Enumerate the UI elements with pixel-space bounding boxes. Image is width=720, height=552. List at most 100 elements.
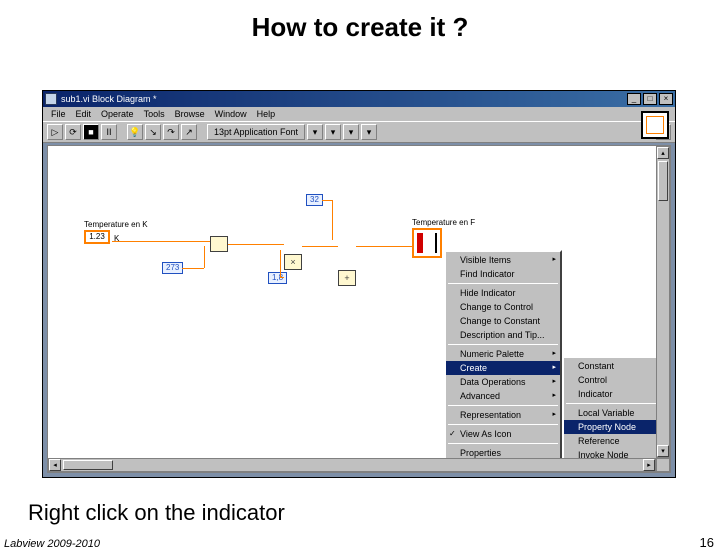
menu-item[interactable]: View As Icon✓ [446, 427, 560, 441]
scroll-thumb[interactable] [658, 161, 668, 201]
menu-item[interactable]: Change to Constant [446, 314, 560, 328]
menu-separator [448, 344, 558, 345]
scroll-corner [656, 458, 670, 472]
submenu-arrow-icon: ▸ [552, 362, 556, 374]
menu-item[interactable]: Constant [564, 359, 664, 373]
constant-273[interactable]: 273 [162, 262, 183, 274]
block-diagram-canvas[interactable]: Temperature en K 1.23 K 273 32 1,8 × + T… [47, 145, 671, 473]
slide-title: How to create it ? [0, 12, 720, 43]
multiply-node[interactable]: × [284, 254, 302, 270]
close-button[interactable]: × [659, 93, 673, 105]
horizontal-scrollbar[interactable]: ◂ ▸ [48, 458, 656, 472]
distribute-button[interactable]: ▾ [325, 124, 341, 140]
toolbar: ▷ ⟳ ■ II 💡 ↘ ↷ ↗ 13pt Application Font ▾… [43, 121, 675, 143]
menu-separator [448, 443, 558, 444]
scroll-right-button[interactable]: ▸ [643, 459, 655, 471]
wire [112, 241, 210, 242]
menu-item[interactable]: Representation▸ [446, 408, 560, 422]
step-over-button[interactable]: ↷ [163, 124, 179, 140]
step-out-button[interactable]: ↗ [181, 124, 197, 140]
wire [204, 246, 205, 268]
scroll-up-button[interactable]: ▴ [657, 147, 669, 159]
menu-tools[interactable]: Tools [140, 108, 169, 120]
wire [302, 246, 338, 247]
scroll-left-button[interactable]: ◂ [49, 459, 61, 471]
scroll-down-button[interactable]: ▾ [657, 445, 669, 457]
menu-item[interactable]: Change to Control [446, 300, 560, 314]
resize-button[interactable]: ▾ [343, 124, 359, 140]
subtract-node[interactable] [210, 236, 228, 252]
vertical-scrollbar[interactable]: ▴ ▾ [656, 146, 670, 458]
vi-icon[interactable] [641, 111, 669, 139]
menu-item[interactable]: Description and Tip... [446, 328, 560, 342]
menu-item[interactable]: Property Node [564, 420, 664, 434]
instruction-text: Right click on the indicator [28, 500, 285, 526]
menu-item[interactable]: Data Operations▸ [446, 375, 560, 389]
menu-item[interactable]: Create▸ [446, 361, 560, 375]
menu-item[interactable]: Local Variable [564, 406, 664, 420]
highlight-exec-button[interactable]: 💡 [127, 124, 143, 140]
constant-32[interactable]: 32 [306, 194, 323, 206]
menu-edit[interactable]: Edit [72, 108, 96, 120]
menu-separator [448, 405, 558, 406]
font-selector[interactable]: 13pt Application Font [207, 124, 305, 140]
menu-window[interactable]: Window [211, 108, 251, 120]
maximize-button[interactable]: □ [643, 93, 657, 105]
wire [280, 277, 284, 278]
menu-item[interactable]: Find Indicator [446, 267, 560, 281]
context-menu[interactable]: Visible Items▸Find Indicator Hide Indicat… [444, 250, 562, 463]
menu-browse[interactable]: Browse [171, 108, 209, 120]
wire [332, 200, 333, 240]
menu-item[interactable]: Indicator [564, 387, 664, 401]
submenu-arrow-icon: ▸ [552, 390, 556, 402]
unit-label: K [114, 234, 119, 244]
pause-button[interactable]: II [101, 124, 117, 140]
wire [182, 268, 204, 269]
wire [280, 250, 281, 277]
menu-item[interactable]: Hide Indicator [446, 286, 560, 300]
menu-item[interactable]: Advanced▸ [446, 389, 560, 403]
window-title: sub1.vi Block Diagram * [61, 94, 157, 104]
wire [322, 200, 332, 201]
constant-value: 32 [306, 194, 323, 206]
menu-item[interactable]: Reference [564, 434, 664, 448]
labview-window: sub1.vi Block Diagram * _ □ × File Edit … [42, 90, 676, 478]
menu-item[interactable]: Control [564, 373, 664, 387]
menu-bar[interactable]: File Edit Operate Tools Browse Window He… [43, 107, 675, 121]
check-icon: ✓ [449, 428, 456, 440]
menu-separator [566, 403, 662, 404]
wire [356, 246, 412, 247]
menu-file[interactable]: File [47, 108, 70, 120]
reorder-button[interactable]: ▾ [361, 124, 377, 140]
control-label: Temperature en K [84, 220, 148, 230]
wire [228, 244, 284, 245]
step-into-button[interactable]: ↘ [145, 124, 161, 140]
run-continuous-button[interactable]: ⟳ [65, 124, 81, 140]
run-button[interactable]: ▷ [47, 124, 63, 140]
menu-operate[interactable]: Operate [97, 108, 138, 120]
submenu-arrow-icon: ▸ [552, 409, 556, 421]
constant-value: 273 [162, 262, 183, 274]
menu-item[interactable]: Numeric Palette▸ [446, 347, 560, 361]
menu-separator [448, 424, 558, 425]
stop-button[interactable]: ■ [83, 124, 99, 140]
menu-separator [448, 283, 558, 284]
window-titlebar[interactable]: sub1.vi Block Diagram * _ □ × [43, 91, 675, 107]
menu-item[interactable]: Visible Items▸ [446, 253, 560, 267]
minimize-button[interactable]: _ [627, 93, 641, 105]
control-terminal: 1.23 [84, 230, 110, 244]
submenu-arrow-icon: ▸ [552, 348, 556, 360]
constant-value: 1,8 [268, 272, 287, 284]
page-number: 16 [700, 535, 714, 550]
menu-help[interactable]: Help [253, 108, 280, 120]
submenu-arrow-icon: ▸ [552, 254, 556, 266]
scroll-thumb[interactable] [63, 460, 113, 470]
indicator-terminal [412, 228, 442, 258]
constant-1-8[interactable]: 1,8 [268, 272, 287, 284]
app-icon [45, 93, 57, 105]
control-value: 1.23 [89, 232, 105, 242]
align-button[interactable]: ▾ [307, 124, 323, 140]
add-node[interactable]: + [338, 270, 356, 286]
create-submenu[interactable]: ConstantControlIndicator Local VariablePr… [562, 356, 666, 465]
submenu-arrow-icon: ▸ [552, 376, 556, 388]
